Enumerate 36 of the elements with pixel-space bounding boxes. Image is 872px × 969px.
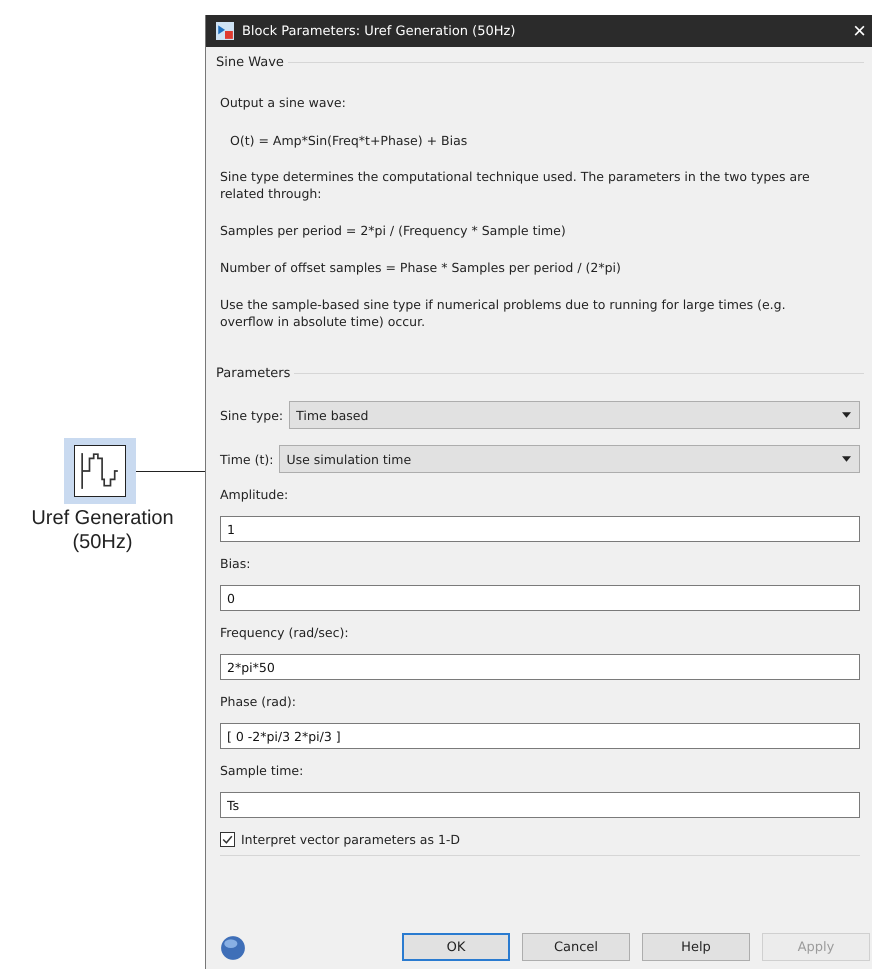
close-button[interactable]: × — [847, 18, 872, 44]
field-label: Frequency (rad/sec): — [220, 625, 350, 640]
app-icon — [216, 22, 234, 40]
dropdown[interactable]: Use simulation time — [279, 445, 860, 473]
description-text: Samples per period = 2*pi / (Frequency * Sample time) — [220, 222, 567, 239]
description-text: Number of offset samples = Phase * Samples per period / (2*pi) — [220, 259, 622, 276]
help-icon[interactable] — [220, 935, 246, 961]
input-field[interactable]: 2*pi*50 — [220, 654, 860, 680]
description-text: Sine type determines the computational technique used. The parameters in the two types are related through: — [220, 168, 811, 202]
field-label: Amplitude: — [220, 487, 290, 502]
formula-text: O(t) = Amp*Sin(Freq*t+Phase) + Bias — [230, 133, 468, 148]
field-label: Phase (rad): — [220, 694, 297, 709]
checkbox-label: Interpret vector parameters as 1-D — [241, 832, 460, 847]
input-field[interactable]: Ts — [220, 792, 860, 818]
dropdown[interactable]: Time based — [289, 401, 860, 429]
dialog-button[interactable]: OK — [402, 933, 510, 961]
window-title: Block Parameters: Uref Generation (50Hz) — [242, 24, 516, 38]
field-label: Sample time: — [220, 763, 304, 778]
description-text: Output a sine wave: — [220, 94, 347, 111]
dialog-button[interactable]: Cancel — [522, 933, 630, 961]
input-field[interactable]: 0 — [220, 585, 860, 611]
input-field[interactable]: 1 — [220, 516, 860, 542]
dialog-button[interactable]: Help — [642, 933, 750, 961]
sine-wave-block[interactable] — [64, 438, 136, 504]
checkbox[interactable] — [220, 832, 235, 847]
dropdown-caret-icon — [842, 412, 851, 418]
group-title: Parameters — [216, 366, 292, 381]
block-label: Uref Generation (50Hz) — [30, 506, 175, 554]
description-text: Use the sample-based sine type if numerical problems due to running for large times (e.g. overflow in absolute time) occur. — [220, 296, 787, 330]
field-label: Bias: — [220, 556, 252, 571]
field-label: Time (t): — [220, 452, 274, 466]
dropdown-caret-icon — [842, 456, 851, 462]
stepped-wave-icon — [74, 445, 126, 497]
field-label: Sine type: — [220, 408, 284, 422]
input-field[interactable]: [ 0 -2*pi/3 2*pi/3 ] — [220, 723, 860, 749]
group-title: Sine Wave — [216, 55, 285, 70]
